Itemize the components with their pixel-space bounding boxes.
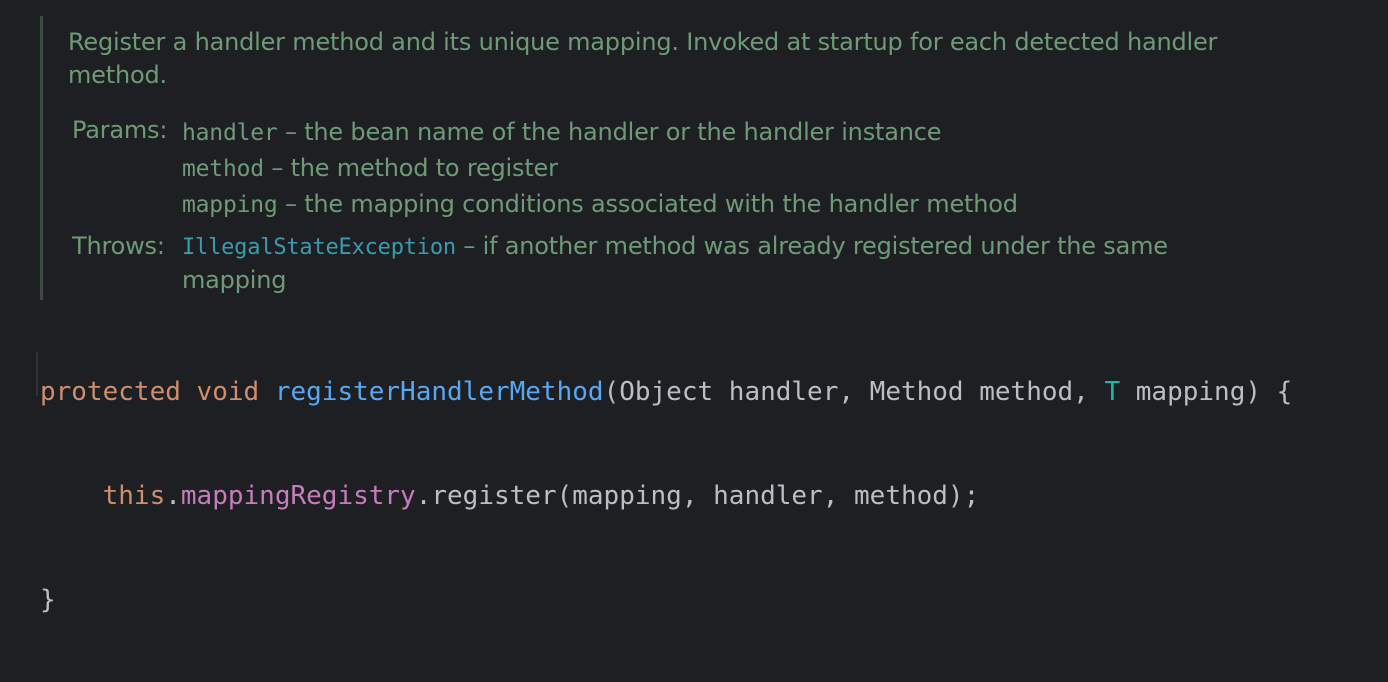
code-line-1[interactable]: protected void registerHandlerMethod(Obj…	[40, 370, 1292, 414]
type-parameter[interactable]: T	[1104, 377, 1120, 407]
throws-separator: –	[455, 232, 483, 260]
param-description: the bean name of the handler or the hand…	[304, 118, 942, 146]
params-list: handler – the bean name of the handler o…	[182, 114, 1018, 222]
param-entry-mapping: mapping – the mapping conditions associa…	[182, 186, 1018, 222]
javadoc-content: Register a handler method and its unique…	[68, 26, 1268, 294]
param-description: the mapping conditions associated with t…	[304, 190, 1018, 218]
keyword-protected: protected	[40, 377, 181, 407]
parameter-list-end: mapping) {	[1120, 377, 1293, 407]
indent-guide	[36, 352, 38, 396]
throws-list: IllegalStateException – if another metho…	[182, 230, 1232, 297]
code-block[interactable]: protected void registerHandlerMethod(Obj…	[40, 310, 1292, 682]
javadoc-description: Register a handler method and its unique…	[68, 28, 1218, 89]
keyword-this: this	[102, 481, 166, 511]
field-mapping-registry[interactable]: mappingRegistry	[181, 481, 416, 511]
param-entry-handler: handler – the bean name of the handler o…	[182, 114, 1018, 150]
params-label: Params:	[72, 116, 168, 144]
param-entry-method: method – the method to register	[182, 150, 1018, 186]
closing-brace: }	[40, 585, 56, 615]
exception-link[interactable]: IllegalStateException	[182, 235, 456, 260]
param-separator: –	[263, 154, 291, 182]
throws-entry: IllegalStateException – if another metho…	[182, 230, 1232, 297]
parameter-list: (Object handler, Method method,	[603, 377, 1105, 407]
code-line-3[interactable]: }	[40, 578, 1292, 622]
rendered-javadoc: Register a handler method and its unique…	[40, 16, 1273, 300]
param-name: method	[182, 156, 264, 182]
dot-operator: .	[165, 481, 181, 511]
method-call: .register(mapping, handler, method);	[415, 481, 980, 511]
javadoc-throws-section: Throws: IllegalStateException – if anoth…	[72, 230, 1232, 297]
param-separator: –	[277, 118, 305, 146]
code-editor[interactable]: Register a handler method and its unique…	[0, 0, 1388, 615]
param-separator: –	[277, 190, 305, 218]
throws-label: Throws:	[72, 232, 165, 260]
param-name: handler	[182, 120, 278, 146]
param-name: mapping	[182, 192, 278, 218]
code-line-2[interactable]: this.mappingRegistry.register(mapping, h…	[40, 474, 1292, 518]
param-description: the method to register	[290, 154, 558, 182]
keyword-void: void	[196, 377, 260, 407]
method-name[interactable]: registerHandlerMethod	[275, 377, 604, 407]
javadoc-params-section: Params: handler – the bean name of the h…	[72, 114, 1018, 222]
